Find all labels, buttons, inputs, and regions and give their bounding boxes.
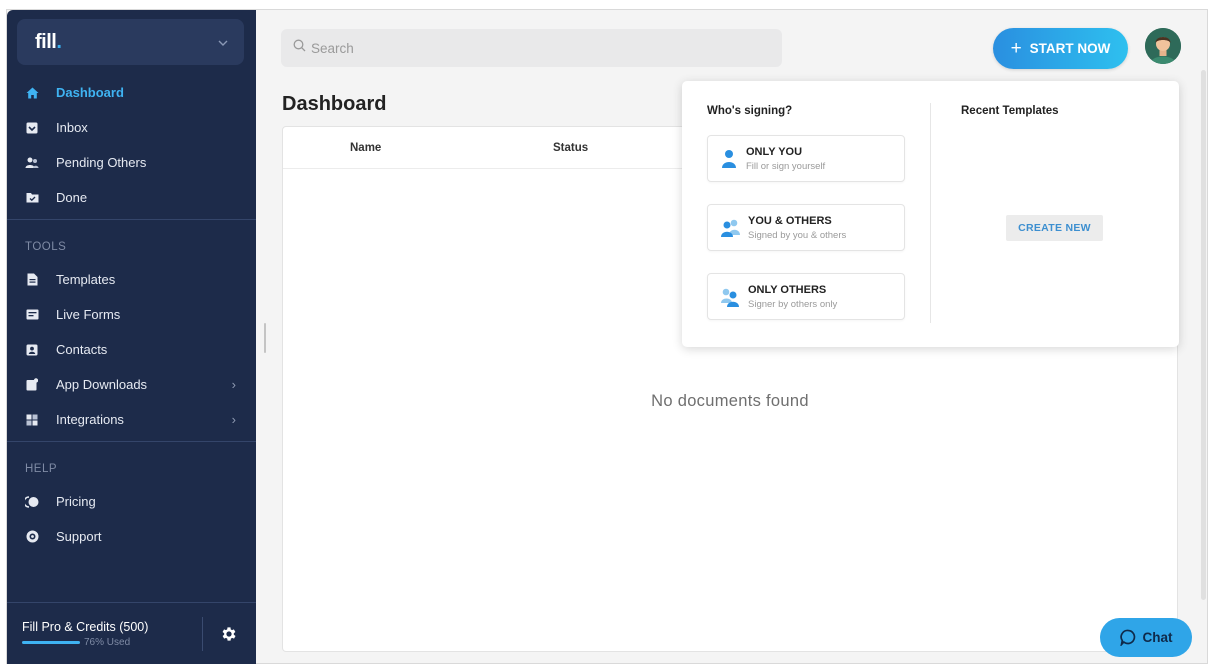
chat-label: Chat [1142, 630, 1173, 645]
search-icon [293, 39, 306, 57]
plan-credits-label: Fill Pro & Credits (500) [22, 620, 149, 634]
sidebar-divider [7, 219, 256, 220]
sidebar-divider [7, 441, 256, 442]
option-subtitle: Signed by you & others [748, 230, 847, 241]
tools-nav: Templates Live Forms Contacts App Downlo… [7, 262, 256, 437]
sidebar-item-label: Inbox [56, 120, 88, 135]
sidebar: fill. Dashboard Inbox Pending Others Don… [7, 10, 256, 664]
scrollbar[interactable] [1201, 70, 1206, 600]
chevron-down-icon [218, 35, 228, 49]
others-users-icon [720, 286, 740, 308]
search-input[interactable] [311, 40, 751, 56]
sidebar-item-label: Done [56, 190, 88, 205]
form-icon [25, 308, 39, 322]
sidebar-item-contacts[interactable]: Contacts [7, 332, 256, 367]
gear-icon[interactable] [220, 625, 238, 643]
column-header-status[interactable]: Status [553, 142, 588, 154]
column-header-name[interactable]: Name [350, 142, 381, 154]
download-icon [25, 378, 39, 392]
sidebar-item-live-forms[interactable]: Live Forms [7, 297, 256, 332]
option-subtitle: Signer by others only [748, 299, 838, 310]
pricing-icon [25, 495, 39, 509]
inbox-icon [25, 121, 39, 135]
sidebar-item-pricing[interactable]: Pricing [7, 484, 256, 519]
sidebar-item-label: Templates [56, 272, 116, 287]
tools-section-title: TOOLS [25, 241, 67, 253]
avatar[interactable] [1145, 28, 1181, 64]
chevron-right-icon: › [231, 377, 236, 392]
sidebar-item-dashboard[interactable]: Dashboard [7, 75, 256, 110]
search-bar[interactable] [281, 29, 782, 67]
panel-divider [930, 103, 931, 323]
help-section-title: HELP [25, 463, 58, 475]
sidebar-item-label: App Downloads [56, 377, 148, 392]
plan-footer: Fill Pro & Credits (500) 76% Used [7, 602, 256, 664]
page-title: Dashboard [282, 93, 387, 115]
option-title: YOU & OTHERS [748, 215, 832, 227]
whos-signing-title: Who's signing? [707, 105, 793, 117]
recent-templates-title: Recent Templates [961, 105, 1059, 117]
option-you-and-others[interactable]: YOU & OTHERS Signed by you & others [707, 204, 905, 251]
support-icon [25, 530, 39, 544]
chat-button[interactable]: Chat [1100, 618, 1192, 657]
brand-switcher[interactable]: fill. [17, 19, 244, 65]
sidebar-item-label: Pricing [56, 494, 96, 509]
sidebar-item-app-downloads[interactable]: App Downloads › [7, 367, 256, 402]
footer-divider [202, 617, 203, 651]
plus-icon: + [1010, 38, 1022, 59]
single-user-icon [720, 148, 740, 170]
credits-used-label: 76% Used [84, 637, 131, 648]
sidebar-item-support[interactable]: Support [7, 519, 256, 554]
group-users-icon [720, 217, 740, 239]
sidebar-resize-handle[interactable] [264, 323, 266, 353]
contact-icon [25, 343, 39, 357]
option-only-you[interactable]: ONLY YOU Fill or sign yourself [707, 135, 905, 182]
sidebar-item-integrations[interactable]: Integrations › [7, 402, 256, 437]
folder-check-icon [25, 191, 39, 205]
option-title: ONLY OTHERS [748, 284, 827, 296]
start-now-dropdown: Who's signing? Recent Templates ONLY YOU… [682, 81, 1179, 347]
create-new-button[interactable]: CREATE NEW [1006, 215, 1103, 241]
sidebar-item-label: Live Forms [56, 307, 121, 322]
start-now-label: START NOW [1029, 41, 1111, 56]
start-now-button[interactable]: + START NOW [993, 28, 1128, 69]
users-icon [25, 156, 39, 170]
sidebar-item-label: Pending Others [56, 155, 147, 170]
help-nav: Pricing Support [7, 484, 256, 554]
sidebar-item-label: Dashboard [56, 85, 124, 100]
option-only-others[interactable]: ONLY OTHERS Signer by others only [707, 273, 905, 320]
sidebar-item-pending-others[interactable]: Pending Others [7, 145, 256, 180]
sidebar-item-label: Integrations [56, 412, 124, 427]
main-nav: Dashboard Inbox Pending Others Done [7, 75, 256, 215]
home-icon [25, 86, 39, 100]
puzzle-icon [25, 413, 39, 427]
option-subtitle: Fill or sign yourself [746, 161, 826, 172]
chevron-right-icon: › [231, 412, 236, 427]
sidebar-item-label: Support [56, 529, 102, 544]
credits-usage-bar [22, 641, 80, 644]
document-icon [25, 273, 39, 287]
option-title: ONLY YOU [746, 146, 803, 158]
chat-bubble-icon [1119, 629, 1135, 646]
sidebar-item-templates[interactable]: Templates [7, 262, 256, 297]
sidebar-item-done[interactable]: Done [7, 180, 256, 215]
sidebar-item-inbox[interactable]: Inbox [7, 110, 256, 145]
empty-state-message: No documents found [651, 392, 809, 410]
brand-logo: fill. [35, 30, 62, 53]
sidebar-item-label: Contacts [56, 342, 108, 357]
